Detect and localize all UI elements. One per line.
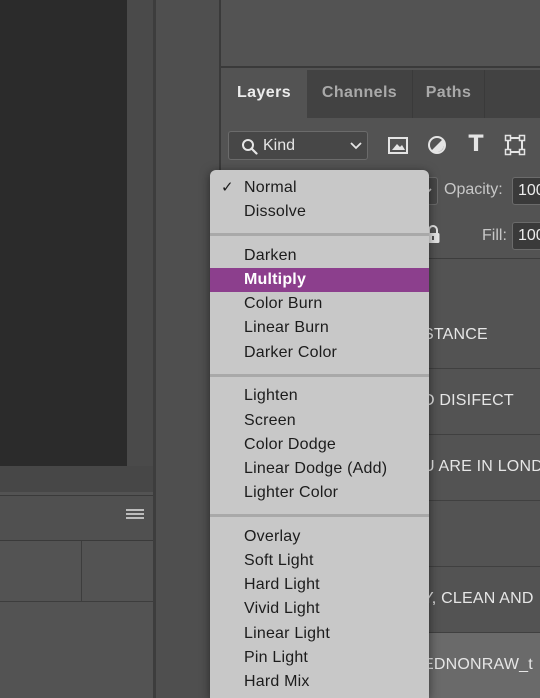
fill-input[interactable]: 100	[512, 222, 540, 250]
blend-mode-hard-light[interactable]: Hard Light	[210, 573, 429, 597]
checkmark-icon: ✓	[221, 179, 234, 196]
fill-label: Fill:	[482, 227, 507, 244]
divider	[0, 601, 153, 602]
blend-mode-hard-mix[interactable]: Hard Mix	[210, 670, 429, 694]
adjustment-filter-icon[interactable]	[426, 134, 448, 156]
chevron-down-icon	[350, 142, 362, 150]
blend-mode-dissolve[interactable]: Dissolve	[210, 200, 429, 224]
blend-mode-color-dodge[interactable]: Color Dodge	[210, 433, 429, 457]
search-icon	[242, 139, 258, 155]
tab-paths[interactable]: Paths	[413, 70, 485, 118]
canvas-document-area[interactable]	[0, 0, 127, 466]
image-filter-icon[interactable]	[387, 134, 409, 156]
layer-name: U ARE IN LONDON	[423, 458, 540, 475]
blend-mode-overlay[interactable]: Overlay	[210, 525, 429, 549]
tab-channels[interactable]: Channels	[307, 70, 413, 118]
divider	[81, 541, 82, 601]
opacity-label: Opacity:	[444, 181, 503, 198]
layer-name: STANCE	[423, 326, 488, 343]
kind-filter-label: Kind	[263, 137, 296, 154]
bottom-panel-body	[0, 541, 153, 698]
blend-mode-linear-burn[interactable]: Linear Burn	[210, 316, 429, 340]
blend-mode-linear-dodge[interactable]: Linear Dodge (Add)	[210, 457, 429, 481]
panel-menu-icon[interactable]	[126, 509, 144, 523]
menu-separator	[210, 514, 429, 517]
layers-panel-tab-bar: Layers Channels Paths	[221, 70, 540, 118]
blend-mode-pin-light[interactable]: Pin Light	[210, 646, 429, 670]
canvas-bottom-strip	[0, 466, 153, 492]
shape-filter-icon[interactable]	[504, 134, 526, 156]
blend-mode-soft-light[interactable]: Soft Light	[210, 549, 429, 573]
layer-name: Y, CLEAN AND	[423, 590, 534, 607]
blend-mode-menu: ✓ Normal Dissolve Darken Multiply Color …	[210, 170, 429, 698]
tab-layers[interactable]: Layers	[221, 70, 307, 118]
opacity-input[interactable]: 100	[512, 177, 540, 205]
layer-name: D DISIFECT	[423, 392, 514, 409]
blend-mode-vivid-light[interactable]: Vivid Light	[210, 597, 429, 621]
blend-mode-darken[interactable]: Darken	[210, 244, 429, 268]
layer-name: EDNONRAW_t	[423, 656, 533, 673]
blend-mode-lighter-color[interactable]: Lighter Color	[210, 481, 429, 505]
blend-mode-linear-light[interactable]: Linear Light	[210, 622, 429, 646]
menu-separator	[210, 374, 429, 377]
blend-mode-normal[interactable]: ✓ Normal	[210, 176, 429, 200]
kind-filter-dropdown[interactable]: Kind	[228, 131, 368, 160]
blend-mode-multiply[interactable]: Multiply	[210, 268, 429, 292]
blend-mode-color-burn[interactable]: Color Burn	[210, 292, 429, 316]
type-filter-icon[interactable]: T	[465, 134, 487, 156]
menu-separator	[210, 233, 429, 236]
blend-mode-darker-color[interactable]: Darker Color	[210, 341, 429, 365]
blend-mode-lighten[interactable]: Lighten	[210, 384, 429, 408]
upper-panel-area	[221, 0, 540, 68]
blend-mode-screen[interactable]: Screen	[210, 409, 429, 433]
canvas-frame	[127, 0, 153, 492]
